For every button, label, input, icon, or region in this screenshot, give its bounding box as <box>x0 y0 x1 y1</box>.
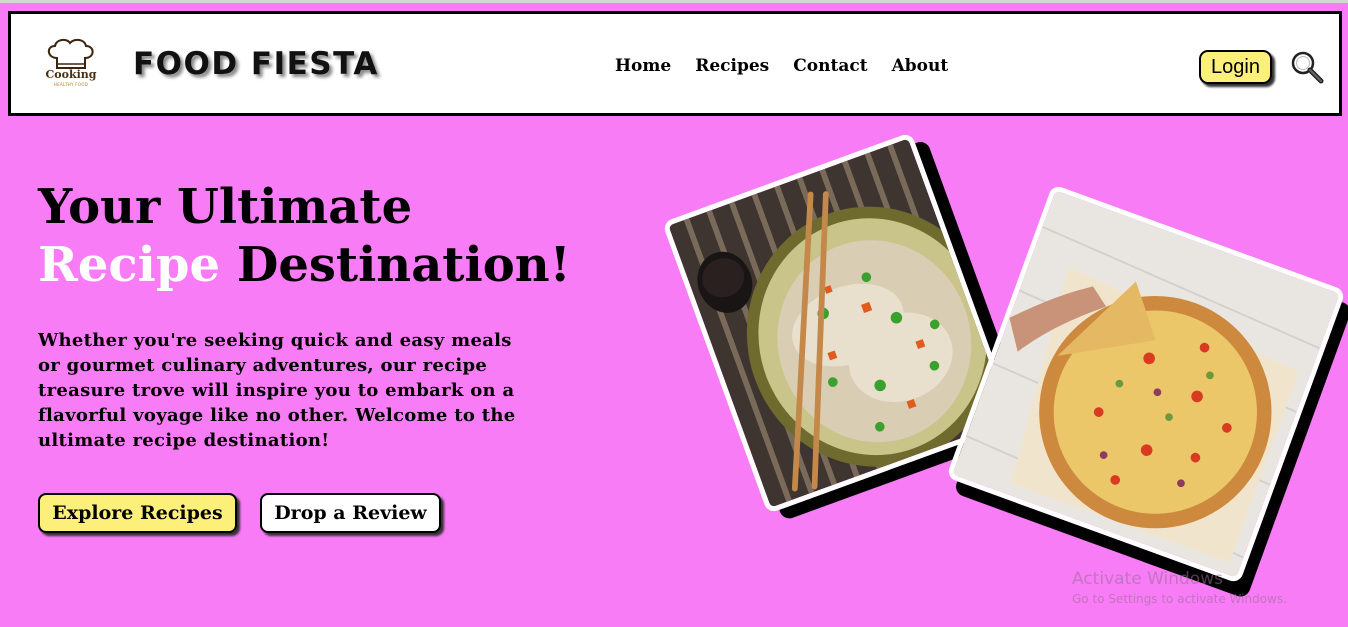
drop-review-button[interactable]: Drop a Review <box>260 493 441 533</box>
chef-hat-icon <box>47 38 94 69</box>
nav-home[interactable]: Home <box>615 56 671 76</box>
brand-title: FOOD FIESTA <box>133 46 379 82</box>
hero-title-line2: Destination! <box>220 237 571 293</box>
login-button[interactable]: Login <box>1199 50 1272 84</box>
logo[interactable]: Cooking HEALTHY FOOD <box>41 38 101 90</box>
hero-title-line1: Your Ultimate <box>38 179 413 235</box>
hero-title-accent: Recipe <box>38 237 220 293</box>
watermark-title: Activate Windows <box>1072 569 1223 589</box>
activate-windows-watermark: Activate Windows Go to Settings to activ… <box>1072 569 1287 606</box>
explore-recipes-button[interactable]: Explore Recipes <box>38 493 237 533</box>
watermark-subtitle: Go to Settings to activate Windows. <box>1072 592 1287 606</box>
hero-description: Whether you're seeking quick and easy me… <box>38 330 516 451</box>
navbar: Cooking HEALTHY FOOD FOOD FIESTA Home Re… <box>8 11 1342 116</box>
hero-title: Your Ultimate Recipe Destination! <box>38 178 638 294</box>
nav-recipes[interactable]: Recipes <box>695 56 769 76</box>
nav-contact[interactable]: Contact <box>793 56 867 76</box>
search-icon[interactable] <box>1289 50 1325 86</box>
logo-subtext: HEALTHY FOOD <box>53 82 89 87</box>
pizza-image <box>946 184 1346 584</box>
nav-about[interactable]: About <box>892 56 949 76</box>
main-nav: Home Recipes Contact About <box>615 56 972 76</box>
logo-text: Cooking <box>45 68 97 81</box>
